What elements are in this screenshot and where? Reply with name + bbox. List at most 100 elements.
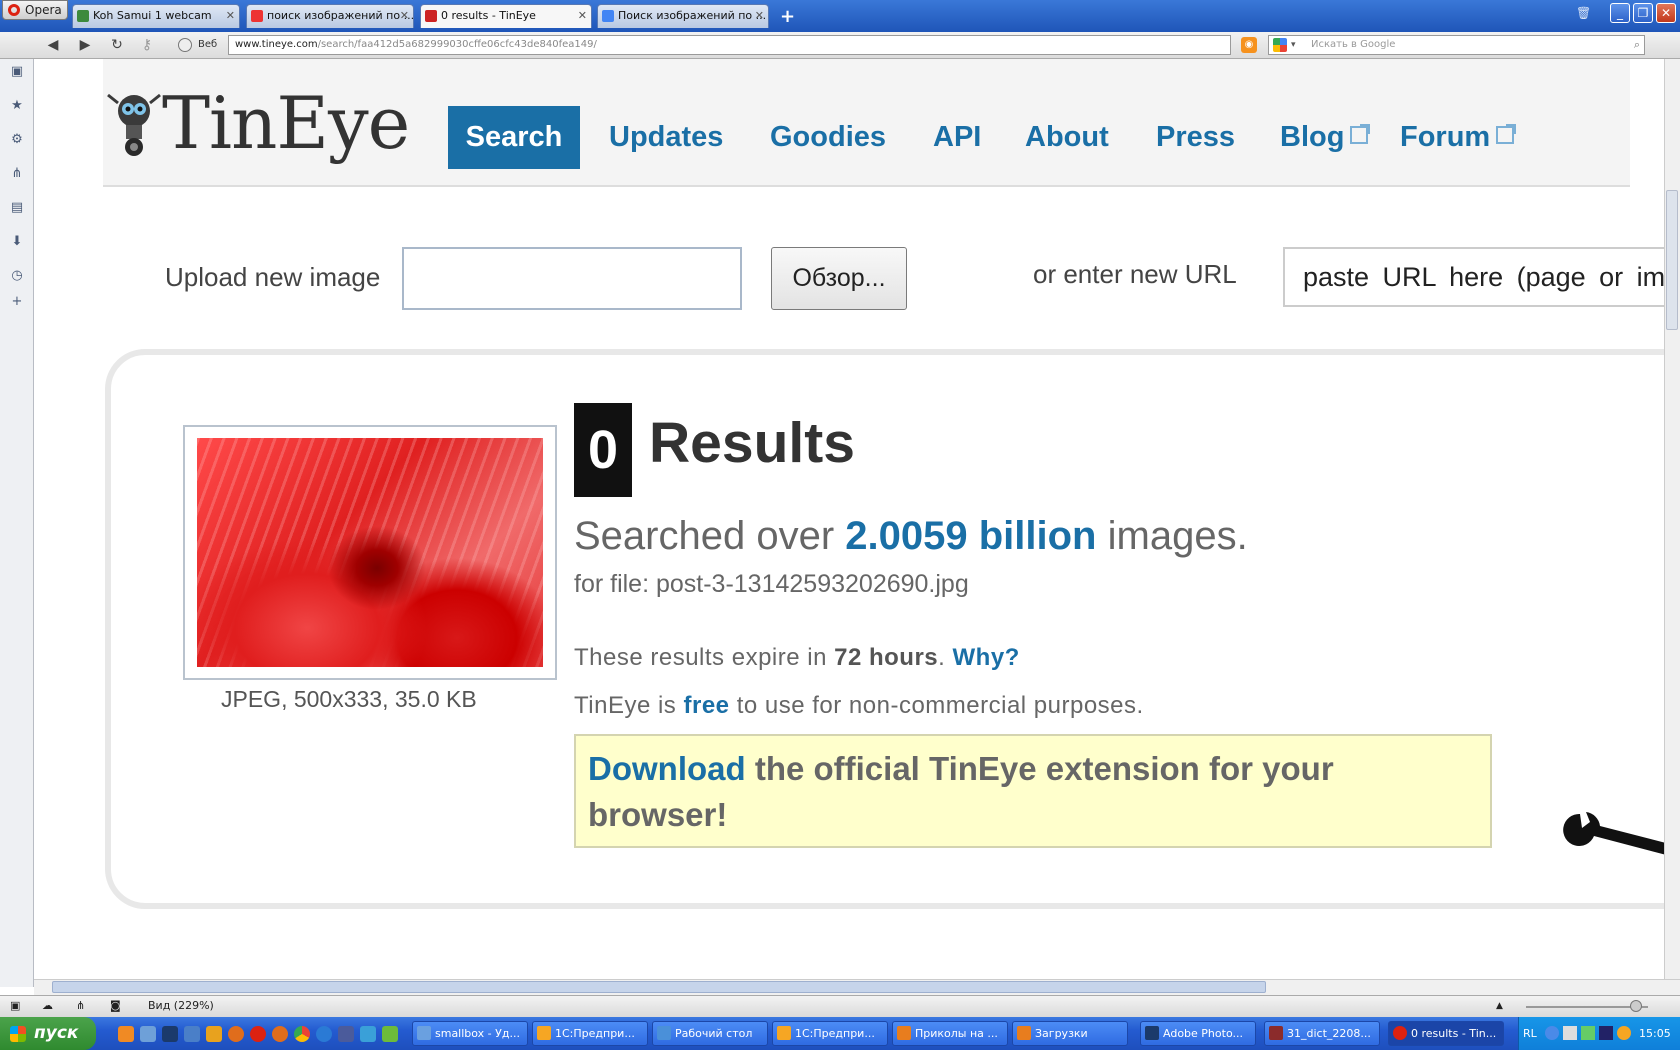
taskbar-button[interactable]: Загрузки	[1012, 1021, 1128, 1046]
speed-dial-icon[interactable]: ▣	[9, 64, 25, 80]
nav-search[interactable]: Search	[448, 106, 580, 169]
nav-about[interactable]: About	[1025, 106, 1109, 169]
free-pre: TinEye is	[574, 692, 677, 719]
tray-icon[interactable]	[1563, 1026, 1577, 1040]
photoshop-icon[interactable]	[162, 1026, 178, 1042]
reload-icon[interactable]: ↻	[108, 36, 126, 54]
downloads-icon[interactable]: ⬇	[9, 234, 25, 250]
history-icon[interactable]: ◷	[9, 268, 25, 284]
nav-updates[interactable]: Updates	[609, 106, 723, 169]
close-tab-icon[interactable]: ✕	[578, 5, 587, 27]
archive-icon	[1269, 1026, 1283, 1040]
panel-toggle-icon[interactable]: ▣	[10, 996, 20, 1016]
nav-goodies[interactable]: Goodies	[770, 106, 886, 169]
tab-yandex-search[interactable]: поиск изображений по ... ✕	[246, 4, 414, 28]
vlc-icon[interactable]	[118, 1026, 134, 1042]
app-icon[interactable]	[360, 1026, 376, 1042]
taskbar-button[interactable]: 0 results - Tin...	[1388, 1021, 1504, 1046]
tab-label: Поиск изображений по ...	[618, 9, 767, 22]
tray-icon[interactable]	[1617, 1026, 1631, 1040]
free-post: to use for non-commercial purposes.	[736, 692, 1144, 719]
opera-icon[interactable]	[250, 1026, 266, 1042]
key-icon[interactable]: ⚷	[138, 36, 156, 54]
close-window-button[interactable]: ✕	[1656, 3, 1676, 23]
taskbar-label: 1С:Предпри...	[795, 1027, 875, 1040]
google-icon	[602, 10, 614, 22]
app-icon	[777, 1026, 791, 1040]
file-name: for file: post-3-13142593202690.jpg	[574, 570, 969, 598]
browse-button[interactable]: Обзор...	[771, 247, 907, 310]
camera-icon[interactable]: ◙	[110, 996, 121, 1016]
tray-icon[interactable]	[1545, 1026, 1559, 1040]
vertical-scroll-thumb[interactable]	[1666, 190, 1678, 330]
keyboard-layout-icon[interactable]	[1599, 1026, 1613, 1040]
nav-blog-label: Blog	[1280, 121, 1345, 153]
tineye-logo-text[interactable]: TinEye	[162, 81, 410, 165]
taskbar-button[interactable]: 1С:Предпри...	[772, 1021, 888, 1046]
zoom-status[interactable]: Вид (229%)	[148, 996, 214, 1016]
image-url-input[interactable]: paste URL here (page or im	[1283, 247, 1664, 307]
clock[interactable]: 15:05	[1639, 1017, 1671, 1050]
searched-post: images.	[1107, 514, 1248, 558]
network-icon[interactable]	[140, 1026, 156, 1042]
nav-api[interactable]: API	[933, 106, 981, 169]
share-icon[interactable]: ⋔	[9, 166, 25, 182]
taskbar-button[interactable]: Приколы на ...	[892, 1021, 1008, 1046]
gear-icon[interactable]: ⚙	[9, 132, 25, 148]
web-badge[interactable]: Веб	[172, 35, 226, 55]
notes-icon[interactable]: ▤	[9, 200, 25, 216]
zoom-slider-handle[interactable]	[1630, 1000, 1642, 1012]
nav-press[interactable]: Press	[1156, 106, 1235, 169]
app-icon[interactable]	[338, 1026, 354, 1042]
search-input[interactable]: ▾ Искать в Google ⌕	[1268, 35, 1645, 55]
chrome-icon[interactable]	[294, 1026, 310, 1042]
rss-icon[interactable]: ◉	[1241, 37, 1257, 53]
add-panel-icon[interactable]: +	[9, 294, 25, 310]
unite-icon[interactable]: ⋔	[76, 996, 85, 1016]
tab-koh-samui[interactable]: Koh Samui 1 webcam ✕	[72, 4, 240, 28]
url-field[interactable]: www.tineye.com/search/faa412d5a682999030…	[228, 35, 1231, 55]
new-tab-icon[interactable]: +	[780, 6, 795, 27]
tab-tineye[interactable]: 0 results - TinEye ✕	[420, 4, 592, 28]
taskbar-button[interactable]: 31_dict_2208...	[1264, 1021, 1380, 1046]
tray-icon[interactable]	[1581, 1026, 1595, 1040]
tab-google-search[interactable]: Поиск изображений по ... ✕	[597, 4, 769, 28]
expire-pre: These results expire in	[574, 644, 827, 671]
forward-icon[interactable]: ▶	[76, 36, 94, 54]
firefox-icon[interactable]	[272, 1026, 288, 1042]
firefox-icon[interactable]	[228, 1026, 244, 1042]
close-tab-icon[interactable]: ✕	[755, 5, 764, 27]
bookmarks-icon[interactable]: ★	[9, 98, 25, 114]
opera-menu-button[interactable]: Opera	[2, 0, 68, 20]
taskbar-button[interactable]: Adobe Photo...	[1140, 1021, 1256, 1046]
zoom-up-icon[interactable]: ▲	[1496, 996, 1503, 1016]
taskbar-button[interactable]: Рабочий стол	[652, 1021, 768, 1046]
language-indicator[interactable]: RL	[1523, 1017, 1537, 1050]
app-icon[interactable]	[382, 1026, 398, 1042]
taskbar-button[interactable]: smallbox - Уд...	[412, 1021, 528, 1046]
expire-hours: 72 hours	[834, 644, 939, 671]
turbo-icon[interactable]: ☁	[42, 996, 53, 1016]
download-link[interactable]: Download	[588, 750, 746, 787]
ie-icon[interactable]	[316, 1026, 332, 1042]
back-icon[interactable]: ◀	[44, 36, 62, 54]
free-link[interactable]: free	[683, 692, 729, 719]
maximize-button[interactable]: ❐	[1633, 3, 1653, 23]
file-path-input[interactable]	[402, 247, 742, 310]
nav-forum[interactable]: Forum	[1400, 106, 1517, 169]
why-link[interactable]: Why?	[953, 644, 1020, 671]
nav-blog[interactable]: Blog	[1280, 106, 1371, 169]
horizontal-scroll-thumb[interactable]	[52, 981, 1266, 993]
trash-icon[interactable]: 🗑	[1576, 6, 1591, 20]
app-icon[interactable]	[206, 1026, 222, 1042]
close-tab-icon[interactable]: ✕	[226, 5, 235, 27]
globe-icon	[178, 38, 192, 52]
start-button[interactable]: пуск	[0, 1017, 96, 1050]
app-icon[interactable]	[184, 1026, 200, 1042]
search-icon[interactable]: ⌕	[1634, 36, 1640, 54]
close-tab-icon[interactable]: ✕	[400, 5, 409, 27]
minimize-button[interactable]: _	[1610, 3, 1630, 23]
taskbar-button[interactable]: 1С:Предпри...	[532, 1021, 648, 1046]
yandex-icon	[251, 10, 263, 22]
chevron-down-icon[interactable]: ▾	[1291, 36, 1296, 54]
